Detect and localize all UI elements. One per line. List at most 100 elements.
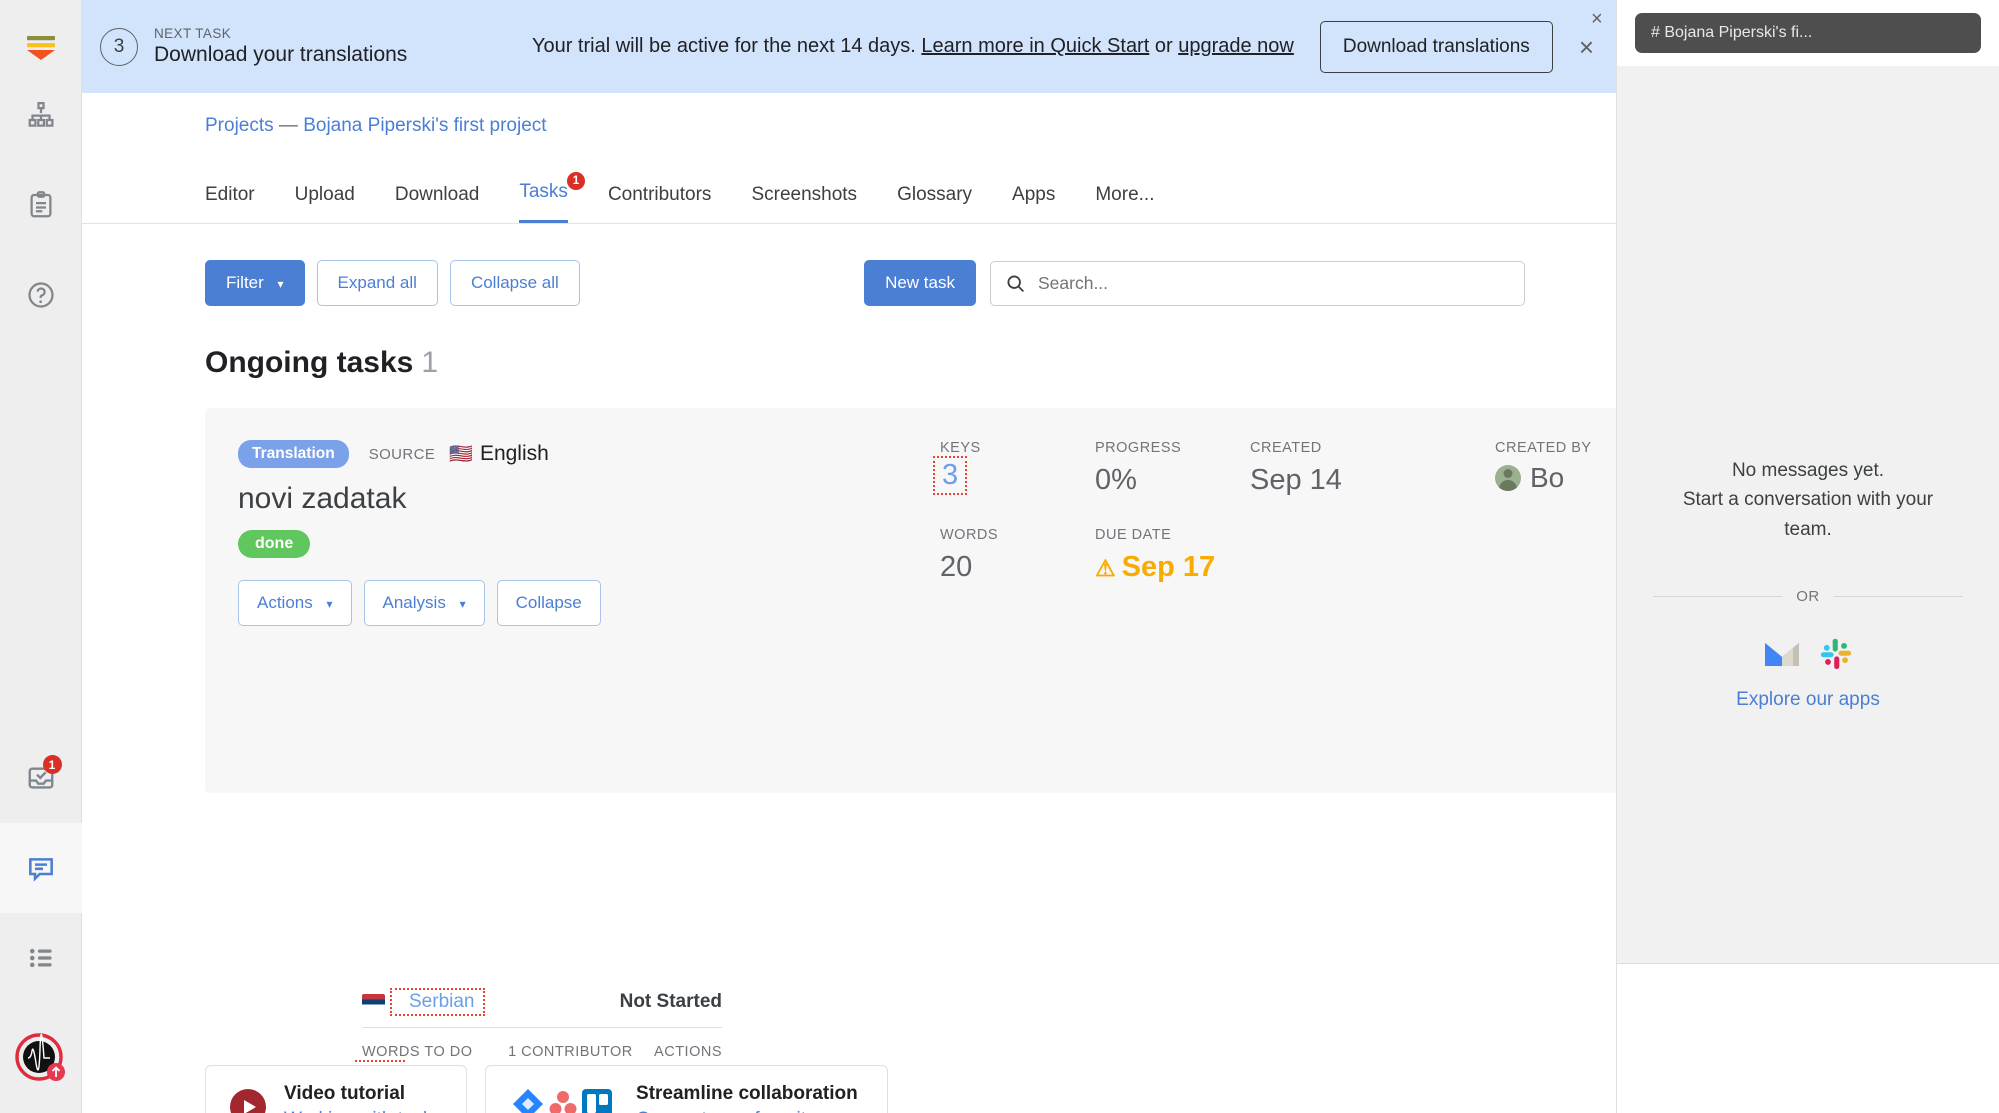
slack-icon[interactable] [1819,637,1853,671]
video-tutorial-card[interactable]: Video tutorial Working with tasks [205,1065,468,1113]
gmail-icon[interactable] [1763,639,1801,669]
or-divider: OR [1653,588,1963,605]
tab-glossary[interactable]: Glossary [897,184,972,223]
project-header: Projects — Bojana Piperski's first proje… [82,93,1616,224]
trial-banner: 3 NEXT TASK Download your translations Y… [82,0,1616,93]
chat-channel-chip[interactable]: # Bojana Piperski's fi... [1635,13,1981,53]
sidebar-item-chat[interactable] [0,823,82,913]
download-translations-button[interactable]: Download translations [1319,20,1553,73]
chat-empty-line-1: No messages yet. [1731,460,1885,481]
or-divider-line-right [1833,596,1963,598]
sidebar-item-inbox[interactable]: 1 [0,733,82,823]
new-task-button[interactable]: New task [864,260,976,306]
main-content: Projects — Bojana Piperski's first proje… [82,93,1616,1113]
analysis-label: Analysis [382,593,446,612]
trial-text: Your trial will be active for the next 1… [531,35,916,57]
collapse-all-button[interactable]: Collapse all [449,260,580,306]
stat-due-date: DUE DATE ⚠ Sep 17 [1095,527,1340,584]
sidebar-item-activity-list[interactable] [0,913,82,1003]
next-task-title: Download your translations [154,43,408,66]
task-type-chip: Translation [238,440,349,468]
search-box[interactable] [990,260,1525,306]
task-stats: KEYS 3 PROGRESS 0% CREATED Sep 14 CREATE… [933,440,1616,600]
sidebar-item-projects[interactable] [0,70,82,160]
contributor-label: 1 CONTRIBUTOR [508,1044,633,1060]
tab-download[interactable]: Download [395,184,480,223]
streamline-collaboration-card[interactable]: Streamline collaboration Connect your fa… [485,1065,889,1113]
youtube-play-icon [230,1089,266,1113]
next-task-label: NEXT TASK [154,26,232,41]
expand-all-button[interactable]: Expand all [316,260,438,306]
or-label: OR [1796,588,1820,606]
chat-empty-line-3: team. [1784,518,1832,540]
task-title: novi zadatak [238,482,407,515]
tab-more[interactable]: More... [1095,184,1154,223]
sidebar-item-help[interactable] [0,250,82,340]
lokalise-logo[interactable] [19,26,63,70]
tab-apps[interactable]: Apps [1012,184,1055,223]
task-card: Translation SOURCE 🇺🇸 English novi zadat… [205,408,1616,1105]
created-by-value: Bo [1530,462,1565,493]
chevron-down-icon-analysis: ▾ [459,597,466,611]
quick-start-link[interactable]: Learn more in Quick Start [921,35,1149,57]
tab-contributors[interactable]: Contributors [608,184,712,223]
streamline-collaboration-link[interactable]: Connect your favorite apps [636,1109,863,1113]
inbox-badge: 1 [42,755,62,774]
video-tutorial-link[interactable]: Working with tasks [284,1109,442,1113]
stat-created-by: CREATED BY Bo [1495,440,1592,497]
ongoing-tasks-count: 1 [421,346,439,379]
breadcrumb-projects[interactable]: Projects [205,115,274,136]
app-integrations-icon [510,1085,618,1113]
chat-close-icon[interactable]: × [1591,8,1603,31]
tab-tasks[interactable]: Tasks 1 [519,172,585,223]
language-header: Serbian Not Started [362,988,722,1028]
stat-keys: KEYS 3 [933,440,1095,497]
trial-message: Your trial will be active for the next 1… [490,33,1320,60]
filter-button[interactable]: Filter ▾ [205,260,305,306]
language-name[interactable]: Serbian [409,991,475,1012]
toolbar-right-group: New task [864,260,1525,306]
breadcrumb-project-name[interactable]: Bojana Piperski's first project [303,115,546,136]
words-label: WORDS [940,527,999,543]
chevron-down-icon-actions: ▾ [326,597,333,611]
sidebar-item-tasks-board[interactable] [0,160,82,250]
stat-created: CREATED Sep 14 [1250,440,1495,497]
source-language: English [479,442,549,465]
sidebar-item-recorder[interactable] [0,1003,82,1113]
project-tabs: Editor Upload Download Tasks 1 Contribut… [205,167,1616,223]
tab-editor[interactable]: Editor [205,184,255,223]
task-stats-row-1: KEYS 3 PROGRESS 0% CREATED Sep 14 CREATE… [933,440,1616,513]
analysis-dropdown-button[interactable]: Analysis ▾ [363,580,485,626]
search-input[interactable] [1038,272,1510,294]
banner-close-icon[interactable]: × [1579,34,1594,60]
upgrade-now-link[interactable]: upgrade now [1178,35,1294,57]
breadcrumb-separator: — [278,115,298,136]
actions-dropdown-button[interactable]: Actions ▾ [238,580,352,626]
actions-label: Actions [257,593,313,612]
due-date-value-wrapper: ⚠ Sep 17 [1095,551,1340,584]
language-highlight-box: Serbian [390,988,485,1016]
explore-our-apps-link[interactable]: Explore our apps [1653,689,1963,711]
chat-footer [1617,964,1999,1113]
keys-value[interactable]: 3 [942,459,958,491]
serbia-flag-icon [362,994,385,1010]
language-status: Not Started [619,991,722,1012]
next-task-block[interactable]: 3 NEXT TASK Download your translations [100,26,490,67]
task-card-actions: Actions ▾ Analysis ▾ Collapse [238,580,798,626]
org-chart-icon [28,102,54,127]
ongoing-tasks-label: Ongoing tasks [205,346,414,379]
bullet-list-icon [29,948,52,968]
page-title: Ongoing tasks 1 [205,346,1616,380]
collapse-task-button[interactable]: Collapse [496,580,601,626]
chat-panel: × # Bojana Piperski's fi... No messages … [1591,0,1999,1113]
source-label: SOURCE [368,445,436,463]
tab-tasks-badge: 1 [566,172,585,190]
chat-empty-line-2: Start a conversation with your [1682,489,1934,511]
status-badge: done [238,530,311,558]
created-value: Sep 14 [1250,464,1342,496]
tab-screenshots[interactable]: Screenshots [751,184,857,223]
task-card-left: Translation SOURCE 🇺🇸 English novi zadat… [238,440,798,626]
tab-upload[interactable]: Upload [295,184,355,223]
filter-button-label: Filter [226,273,264,292]
recorder-icon [14,1033,65,1081]
